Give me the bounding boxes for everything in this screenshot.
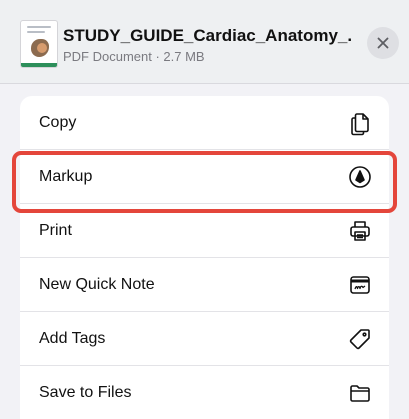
action-label: Save to Files [39, 384, 132, 401]
tag-icon [347, 326, 373, 352]
action-copy[interactable]: Copy [20, 96, 389, 150]
action-label: Copy [39, 113, 77, 131]
folder-icon [347, 380, 373, 406]
file-title: STUDY_GUIDE_Cardiac_Anatomy_... [63, 26, 353, 45]
action-label: Print [39, 221, 72, 239]
action-list: Copy Markup Print New Quick Note Add Tag… [20, 96, 389, 419]
close-icon [377, 37, 389, 49]
action-new-quick-note[interactable]: New Quick Note [20, 258, 389, 312]
action-save-to-files[interactable]: Save to Files [20, 366, 389, 419]
close-button[interactable] [367, 27, 399, 59]
share-sheet: STUDY_GUIDE_Cardiac_Anatomy_... PDF Docu… [0, 0, 409, 419]
copy-icon [347, 110, 373, 136]
markup-icon [347, 164, 373, 190]
quick-note-icon [347, 272, 373, 298]
action-markup[interactable]: Markup [20, 150, 389, 204]
action-label: New Quick Note [39, 275, 155, 293]
action-label: Markup [39, 167, 93, 185]
print-icon [347, 218, 373, 244]
file-meta: PDF Document · 2.7 MB [63, 49, 205, 64]
action-label: Add Tags [39, 329, 106, 347]
file-thumbnail [20, 20, 58, 68]
share-sheet-header: STUDY_GUIDE_Cardiac_Anatomy_... PDF Docu… [0, 0, 409, 84]
action-add-tags[interactable]: Add Tags [20, 312, 389, 366]
action-print[interactable]: Print [20, 204, 389, 258]
